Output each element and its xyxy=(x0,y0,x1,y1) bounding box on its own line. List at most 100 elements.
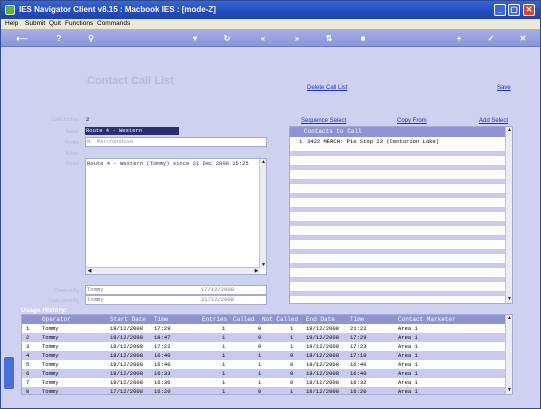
row-number: 4 xyxy=(26,352,30,359)
list-item[interactable]: 1 3422 MERCH: Pie Stop 23 (Centurion Lak… xyxy=(290,137,506,146)
menu-submit[interactable]: Submit xyxy=(25,20,45,27)
add-select-link[interactable]: Add Select xyxy=(479,118,508,124)
table-row[interactable]: 1 Tommy 19/12/2008 17:29 1 0 1 19/12/2008 21:22 A… xyxy=(22,324,506,333)
row-number: 8 xyxy=(26,388,30,395)
start-date-cell: 18/12/2008 xyxy=(110,370,144,377)
favorite-icon[interactable]: ♥ xyxy=(189,33,201,44)
scroll-up-icon[interactable]: ▲ xyxy=(506,127,513,134)
menu-quit[interactable]: Quit xyxy=(49,20,61,27)
app-window: IES Navigator Client v8.15 : Macbook IES… xyxy=(0,0,541,409)
scroll-up-icon[interactable]: ▲ xyxy=(260,159,267,166)
add-icon[interactable]: + xyxy=(453,33,465,44)
last-used-by-field: Tommy 21/12/2008 xyxy=(85,295,267,305)
profile-field[interactable]: M: Merchandise xyxy=(85,137,267,147)
save-link[interactable]: Save xyxy=(497,85,511,91)
not-called-cell: 0 xyxy=(290,370,294,377)
table-row[interactable]: 4 Tommy 18/12/2008 16:40 1 1 0 18/12/2008 17:19 A… xyxy=(22,351,506,360)
table-row[interactable]: 5 Tommy 18/12/2008 16:40 1 1 0 18/12/2008 16:40 A… xyxy=(22,360,506,369)
scroll-down-icon[interactable]: ▼ xyxy=(506,387,512,394)
table-row[interactable]: 2 Tommy 18/12/2008 18:47 1 0 1 19/12/2008 17:29 A… xyxy=(22,333,506,342)
empty-row xyxy=(290,207,506,212)
entries-cell: 1 xyxy=(222,325,226,332)
called-cell: 1 xyxy=(258,352,262,359)
side-panel-tab[interactable] xyxy=(4,357,14,389)
end-time-cell: 21:22 xyxy=(350,325,367,332)
menu-functions[interactable]: Functions xyxy=(65,20,93,27)
empty-row xyxy=(290,151,506,156)
scroll-down-icon[interactable]: ▼ xyxy=(260,262,267,269)
menu-help[interactable]: Help xyxy=(5,20,18,27)
operator-cell: Tommy xyxy=(42,388,59,395)
table-row[interactable]: 8 Tommy 17/12/2008 16:20 1 0 1 18/12/2008 16:20 A… xyxy=(22,387,506,395)
notes-vertical-scrollbar[interactable]: ▲ ▼ xyxy=(259,159,266,269)
col-called: Called xyxy=(233,316,255,323)
not-called-cell: 1 xyxy=(290,334,294,341)
refresh-icon[interactable]: ↻ xyxy=(221,33,233,44)
col-start-time: Time xyxy=(154,316,169,323)
maximize-button[interactable]: ▢ xyxy=(508,4,520,16)
end-date-cell: 19/12/2008 xyxy=(306,325,340,332)
close-button[interactable]: ✕ xyxy=(523,4,535,16)
scroll-left-icon[interactable]: ◀ xyxy=(86,268,93,275)
created-by-value: Tommy xyxy=(87,286,104,293)
minimize-button[interactable]: _ xyxy=(494,4,506,16)
table-row[interactable]: 7 Tommy 18/12/2008 16:30 1 1 0 18/12/2008 16:32 A… xyxy=(22,378,506,387)
empty-row xyxy=(290,221,506,226)
empty-row xyxy=(290,249,506,254)
operator-cell: Tommy xyxy=(42,325,59,332)
end-time-cell: 17:29 xyxy=(350,334,367,341)
start-time-cell: 18:47 xyxy=(154,334,171,341)
menu-commands[interactable]: Commands xyxy=(97,20,130,27)
scroll-down-icon[interactable]: ▼ xyxy=(506,296,513,303)
start-time-cell: 16:30 xyxy=(154,379,171,386)
row-number: 3 xyxy=(26,343,30,350)
copy-from-link[interactable]: Copy From xyxy=(397,118,427,124)
notes-textarea[interactable]: Route 4 - Western (Tommy) since 21 Dec 2… xyxy=(85,158,267,275)
table-row[interactable]: 6 Tommy 18/12/2008 16:33 1 1 0 18/12/2008 16:40 A… xyxy=(22,369,506,378)
confirm-icon[interactable]: ✓ xyxy=(485,33,497,44)
notes-horizontal-scrollbar[interactable]: ◀ ▶ xyxy=(86,267,260,274)
row-number: 7 xyxy=(26,379,30,386)
cancel-icon[interactable]: ✕ xyxy=(517,33,529,44)
end-date-cell: 18/12/2008 xyxy=(306,370,340,377)
notes-label: Notes xyxy=(65,161,79,167)
table-row[interactable]: 3 Tommy 18/12/2008 17:22 1 0 1 18/12/2008 17:23 A… xyxy=(22,342,506,351)
called-cell: 0 xyxy=(258,334,262,341)
usage-history-title: Usage History: xyxy=(21,307,67,314)
entries-cell: 1 xyxy=(222,370,226,377)
created-date-value: 17/12/2008 xyxy=(201,286,235,293)
scroll-up-icon[interactable]: ▲ xyxy=(506,315,512,322)
not-called-cell: 0 xyxy=(290,361,294,368)
empty-row xyxy=(290,277,506,282)
operator-cell: Tommy xyxy=(42,379,59,386)
contact-marketer-cell: Area 1 xyxy=(398,370,418,377)
help-icon[interactable]: ? xyxy=(53,33,65,44)
search-icon[interactable]: ⚲ xyxy=(85,33,97,44)
name-field[interactable]: Route 4 - Western xyxy=(85,127,179,135)
rewind-icon[interactable]: « xyxy=(257,33,269,44)
forward-icon[interactable]: » xyxy=(291,33,303,44)
empty-row xyxy=(290,165,506,170)
stop-icon[interactable]: ■ xyxy=(357,33,369,44)
sequence-select-link[interactable]: Sequence Select xyxy=(301,118,346,124)
delete-call-list-link[interactable]: Delete Call List xyxy=(307,85,347,91)
back-arrow-icon[interactable]: ⟵ xyxy=(13,33,31,44)
end-time-cell: 16:20 xyxy=(350,388,367,395)
start-date-cell: 18/12/2008 xyxy=(110,343,144,350)
start-date-cell: 18/12/2008 xyxy=(110,334,144,341)
entries-cell: 1 xyxy=(222,352,226,359)
list-item-text: 3422 MERCH: Pie Stop 23 (Centurion Lake) xyxy=(307,138,440,145)
arrows-icon[interactable]: ⇅ xyxy=(323,33,335,44)
entries-cell: 1 xyxy=(222,361,226,368)
scroll-right-icon[interactable]: ▶ xyxy=(253,268,260,275)
window-title: IES Navigator Client v8.15 : Macbook IES… xyxy=(19,5,216,14)
contacts-scrollbar[interactable]: ▲ ▼ xyxy=(505,127,512,303)
profile-label: Profile xyxy=(64,140,79,146)
entries-cell: 1 xyxy=(222,388,226,395)
called-cell: 0 xyxy=(258,343,262,350)
notes-text: Route 4 - Western (Tommy) since 21 Dec 2… xyxy=(87,160,249,167)
usage-scrollbar[interactable]: ▲ ▼ xyxy=(505,315,512,394)
not-called-cell: 1 xyxy=(290,325,294,332)
row-number: 5 xyxy=(26,361,30,368)
end-date-cell: 18/12/2008 xyxy=(306,343,340,350)
